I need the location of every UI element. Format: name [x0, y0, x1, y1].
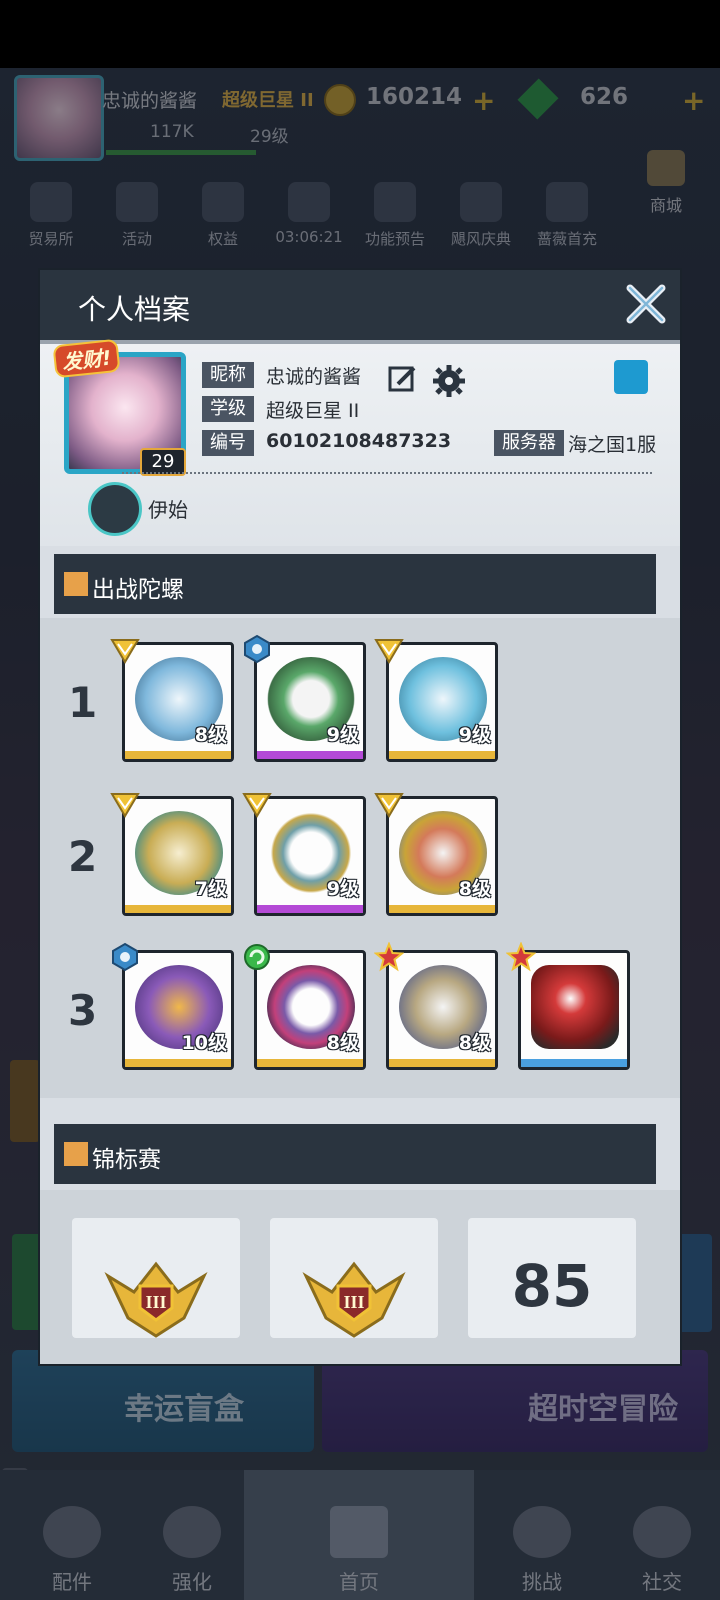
hex-icon [112, 942, 138, 972]
section-marker [64, 572, 88, 596]
edit-icon[interactable] [388, 364, 418, 394]
star-icon [374, 942, 404, 972]
tournament-header: 锦标赛 [54, 1124, 656, 1184]
chevron-icon [110, 639, 140, 664]
tournament-title: 锦标赛 [92, 1147, 161, 1173]
row-number: 1 [68, 678, 98, 727]
gear-icon[interactable] [432, 364, 466, 398]
row-number: 3 [68, 986, 98, 1035]
dialog-title: 个人档案 [78, 293, 191, 326]
top-level: 8级 [458, 878, 491, 900]
chevron-icon [242, 793, 272, 818]
rarity-bar [125, 751, 231, 759]
emblem-icon[interactable] [88, 482, 142, 536]
rank-medal-icon: III [104, 1261, 208, 1338]
id-label: 编号 [202, 430, 254, 456]
tournament-score: 85 [511, 1252, 593, 1320]
swirl-icon [244, 944, 270, 970]
medal-rank-text: III [145, 1292, 166, 1312]
lineup-title: 出战陀螺 [92, 577, 184, 603]
avatar-frame-badge: 发财! [52, 338, 121, 379]
medal-rank-text: III [343, 1292, 364, 1312]
id-value: 60102108487323 [266, 430, 452, 452]
grade-label: 学级 [202, 396, 254, 422]
chevron-icon [110, 793, 140, 818]
rarity-bar [521, 1059, 627, 1067]
rarity-bar [257, 1059, 363, 1067]
tournament-medal-card[interactable]: III [72, 1218, 240, 1338]
rarity-bar [257, 751, 363, 759]
top-level: 7级 [194, 878, 227, 900]
emblem-name: 伊始 [148, 498, 188, 522]
section-marker [64, 1142, 88, 1166]
grade-value: 超级巨星 II [266, 400, 360, 422]
nickname-value: 忠诚的酱酱 [266, 366, 362, 388]
lineup-header: 出战陀螺 [54, 554, 656, 614]
row-number: 2 [68, 832, 98, 881]
hex-icon [244, 634, 270, 664]
chevron-icon [374, 639, 404, 664]
rarity-bar [389, 905, 495, 913]
rarity-bar [257, 905, 363, 913]
rarity-bar [125, 1059, 231, 1067]
rarity-bar [125, 905, 231, 913]
rank-medal-icon: III [302, 1261, 406, 1338]
tournament-medal-card[interactable]: III [270, 1218, 438, 1338]
top-level: 8级 [458, 1032, 491, 1054]
nickname-label: 昵称 [202, 362, 254, 388]
top-level: 8级 [326, 1032, 359, 1054]
server-value: 海之国1服 [568, 434, 657, 456]
close-icon[interactable] [624, 282, 668, 326]
launcher-image [531, 965, 619, 1049]
status-bar [0, 0, 720, 68]
rarity-bar [389, 751, 495, 759]
server-label: 服务器 [494, 430, 564, 456]
divider [122, 472, 652, 474]
tournament-score-card[interactable]: 85 [468, 1218, 636, 1338]
rarity-bar [389, 1059, 495, 1067]
top-level: 9级 [326, 878, 359, 900]
profile-dialog: 个人档案 发财! 29 昵称 忠诚的酱酱 学级 超级巨星 II 编号 60102… [38, 268, 682, 1366]
top-level: 9级 [458, 724, 491, 746]
top-level: 10级 [181, 1032, 227, 1054]
chevron-icon [374, 793, 404, 818]
top-level: 8级 [194, 724, 227, 746]
top-level: 9级 [326, 724, 359, 746]
profile-info: 发财! 29 昵称 忠诚的酱酱 学级 超级巨星 II 编号 6010210848… [40, 338, 680, 546]
qr-icon[interactable] [614, 360, 648, 394]
star-icon [506, 942, 536, 972]
dialog-header: 个人档案 [40, 270, 680, 344]
